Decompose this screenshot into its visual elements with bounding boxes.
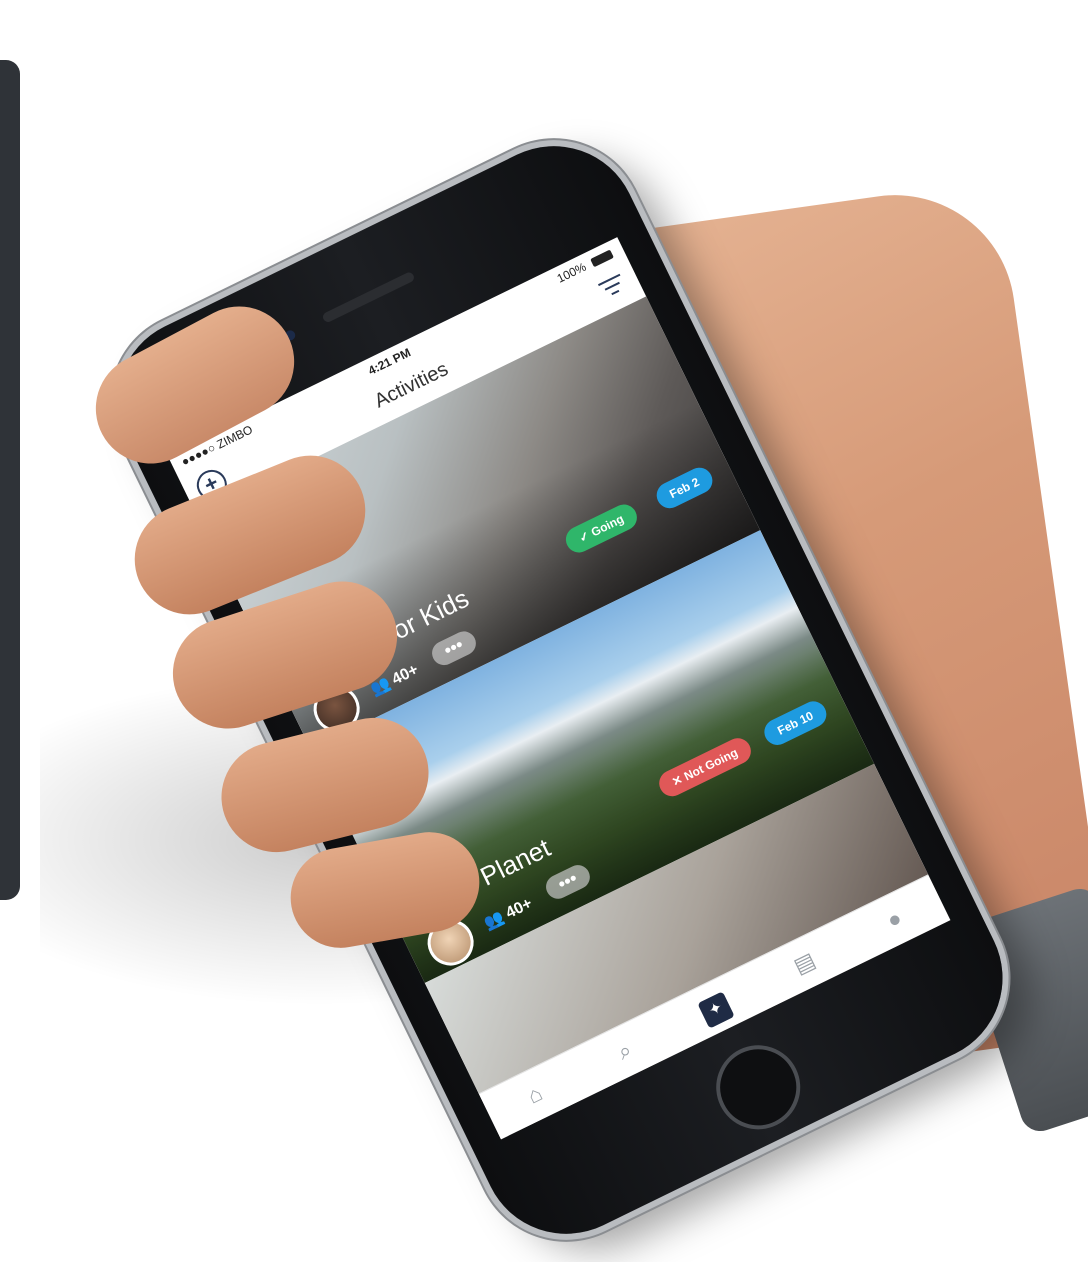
earpiece-speaker — [321, 270, 416, 324]
person-icon[interactable]: ● — [868, 893, 921, 946]
people-icon: 👥 — [481, 908, 508, 933]
attendee-count-label: 40+ — [389, 661, 422, 689]
tab-activities[interactable]: ✦ — [688, 981, 741, 1034]
home-icon[interactable]: ⌂ — [508, 1068, 561, 1121]
search-icon[interactable]: ⌕ — [598, 1024, 651, 1077]
star-badge-icon: ✦ — [697, 991, 735, 1029]
not-going-badge[interactable]: ✕ Not Going — [654, 733, 756, 801]
attendee-count: 👥40+ — [481, 893, 536, 933]
home-button[interactable] — [702, 1031, 815, 1144]
side-panel — [0, 60, 20, 900]
date-badge: Feb 2 — [652, 463, 717, 513]
more-options-button[interactable]: ••• — [428, 627, 480, 670]
chat-icon[interactable]: ▤ — [778, 937, 831, 990]
going-badge[interactable]: ✓ Going — [561, 500, 642, 557]
more-options-button[interactable]: ••• — [542, 861, 594, 903]
attendee-count-label: 40+ — [503, 894, 536, 923]
date-badge: Feb 10 — [759, 697, 831, 750]
